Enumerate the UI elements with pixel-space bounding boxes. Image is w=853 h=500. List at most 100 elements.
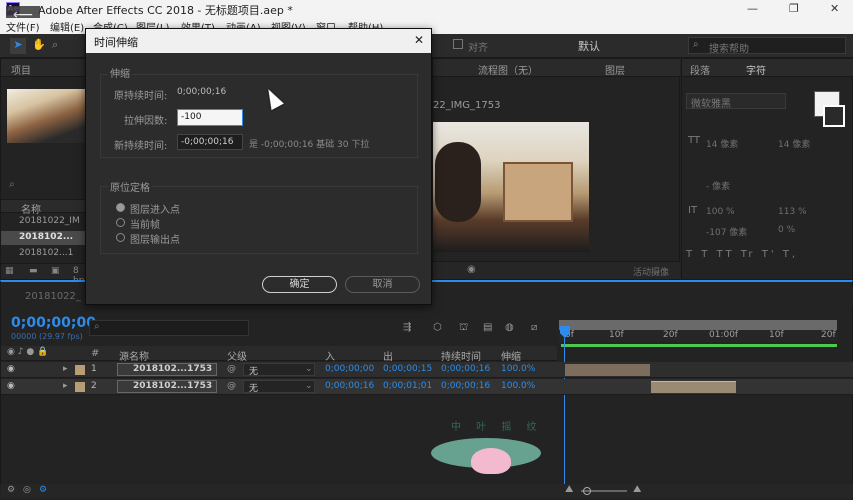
character-tab[interactable]: 字符 xyxy=(746,62,766,77)
comp-name-tab[interactable]: 22_IMG_1753 xyxy=(433,100,501,111)
col-duration[interactable]: 持续时间 xyxy=(441,348,481,363)
font-size-field[interactable]: 14 像素 xyxy=(706,137,738,150)
draft-3d-icon[interactable]: ⬡ xyxy=(433,322,442,333)
selection-tool-icon[interactable]: ➤ xyxy=(10,38,26,54)
layer-columns-header: ◉ ♪ ● 🔒 # 源名称 父级 入 出 持续时间 伸缩 xyxy=(1,346,557,363)
layer-name[interactable]: 2018102...1753 xyxy=(133,364,212,374)
toggle-modes-icon[interactable]: ⚙ xyxy=(39,485,47,495)
layer-duration[interactable]: 0;00;00;16 xyxy=(441,381,490,391)
font-size-icon: TT xyxy=(688,135,701,146)
expand-arrow-icon[interactable]: ▸ xyxy=(63,381,68,391)
project-search-icon[interactable]: ⌕ xyxy=(9,179,15,190)
layer-in-point[interactable]: 0;00;00;16 xyxy=(325,381,374,391)
motion-blur-icon[interactable]: ◍ xyxy=(505,322,514,333)
label-color-swatch[interactable] xyxy=(75,365,85,375)
zoom-tool-icon[interactable]: ⌕ xyxy=(52,38,58,52)
project-item-label: 2018102...1 xyxy=(19,248,74,258)
timeline-search-input[interactable]: ⌕ xyxy=(89,320,249,336)
project-column-name[interactable]: 名称 xyxy=(21,201,41,216)
minimize-button[interactable]: — xyxy=(747,2,758,15)
toggle-switches-icon[interactable]: ◎ xyxy=(23,485,31,495)
layer-in-point[interactable]: 0;00;00;00 xyxy=(325,364,374,374)
menu-edit[interactable]: 编辑(E) xyxy=(50,19,84,34)
col-stretch[interactable]: 伸缩 xyxy=(501,348,521,363)
chevron-down-icon: ⌄ xyxy=(305,381,313,391)
time-ruler[interactable]: 0f 10f 20f 01:00f 10f 20f xyxy=(559,330,837,342)
zoom-out-icon[interactable]: ⛰ xyxy=(565,484,573,495)
parent-dropdown[interactable]: 无 xyxy=(249,364,258,377)
eye-icon[interactable]: ◉ xyxy=(7,381,15,391)
col-parent[interactable]: 父级 xyxy=(227,348,247,363)
leading-field[interactable]: 14 像素 xyxy=(778,137,810,150)
col-in[interactable]: 入 xyxy=(325,348,335,363)
layer-bar[interactable] xyxy=(565,364,650,376)
new-duration-input[interactable]: -0;00;00;16 xyxy=(177,134,243,150)
text-style-buttons[interactable]: T T TT Tr T' T, xyxy=(686,249,798,260)
timeline-comp-tab[interactable]: 20181022_ xyxy=(25,291,81,302)
layer-out-point[interactable]: 0;00;01;01 xyxy=(383,381,432,391)
expand-arrow-icon[interactable]: ▸ xyxy=(63,364,68,374)
tsume-field[interactable]: 0 % xyxy=(778,225,795,235)
stretch-factor-input[interactable]: -100 xyxy=(177,109,243,126)
project-tab[interactable]: 项目 xyxy=(11,62,31,77)
label-color-swatch[interactable] xyxy=(75,382,85,392)
horizontal-scale-field[interactable]: 113 % xyxy=(778,207,807,217)
shy-layers-icon[interactable]: ⛫ xyxy=(459,322,468,335)
new-folder-icon[interactable]: ▬ xyxy=(29,266,38,276)
project-panel-header: 项目 xyxy=(1,59,87,77)
camera-icon[interactable]: ◉ xyxy=(467,264,476,275)
pickwhip-icon[interactable]: @ xyxy=(227,364,236,374)
layer-name[interactable]: 2018102...1753 xyxy=(133,381,212,391)
dialog-close-button[interactable]: ✕ xyxy=(414,33,424,47)
layer-out-point[interactable]: 0;00;00;15 xyxy=(383,364,432,374)
zoom-in-icon[interactable]: ⛰ xyxy=(633,484,641,495)
list-item[interactable]: 20181022_IM xyxy=(1,215,87,229)
help-search-input[interactable]: ⌕ 搜索帮助 xyxy=(688,37,846,55)
menu-file[interactable]: 文件(F) xyxy=(6,19,40,34)
comp-viewer-frame[interactable] xyxy=(433,122,589,252)
frame-blending-icon[interactable]: ▤ xyxy=(483,322,492,333)
fps-display: 00000 (29.97 fps) xyxy=(11,332,83,341)
new-comp-icon[interactable]: ▣ xyxy=(51,266,60,276)
interpret-footage-icon[interactable]: ▦ xyxy=(5,266,14,276)
cancel-button[interactable]: 取消 xyxy=(345,276,420,293)
comp-settings-icon[interactable]: ⚙ xyxy=(7,485,15,495)
flowchart-tab[interactable]: 流程图（无） xyxy=(478,62,538,77)
paragraph-tab[interactable]: 段落 xyxy=(690,62,710,77)
layer-stretch[interactable]: 100.0% xyxy=(501,381,535,391)
pickwhip-icon[interactable]: @ xyxy=(227,381,236,391)
snap-checkbox[interactable] xyxy=(453,39,463,49)
layer-duration[interactable]: 0;00;00;16 xyxy=(441,364,490,374)
layer-bar[interactable] xyxy=(651,381,736,393)
maximize-button[interactable]: ❐ xyxy=(789,2,799,15)
baseline-shift-field[interactable]: -107 像素 xyxy=(706,225,747,238)
close-button[interactable]: ✕ xyxy=(830,2,839,15)
work-area-bar[interactable] xyxy=(559,320,837,330)
render-range-bar xyxy=(561,344,837,347)
stroke-color-swatch[interactable] xyxy=(823,105,845,127)
stroke-width-field[interactable]: - 像素 xyxy=(706,179,730,192)
ok-button[interactable]: 确定 xyxy=(262,276,337,293)
parent-dropdown[interactable]: 无 xyxy=(249,381,258,394)
active-camera-dropdown[interactable]: 活动摄像 xyxy=(633,265,669,278)
layer-tab[interactable]: 图层 xyxy=(605,62,625,77)
window-title: Adobe After Effects CC 2018 - 无标题项目.aep … xyxy=(38,4,293,17)
list-item[interactable]: 2018102...1 xyxy=(1,247,87,261)
zoom-slider-handle[interactable] xyxy=(583,487,591,495)
col-out[interactable]: 出 xyxy=(383,348,393,363)
character-panel: 段落 字符 微软雅黑 TT 14 像素 14 像素 - 像素 IT 100 % … xyxy=(681,58,853,280)
graph-editor-icon[interactable]: ⧄ xyxy=(531,322,537,333)
font-family-dropdown[interactable]: 微软雅黑 xyxy=(691,95,731,110)
workspace-default[interactable]: 默认 xyxy=(578,38,600,54)
help-search-placeholder: 搜索帮助 xyxy=(709,44,749,55)
current-time-display[interactable]: 0;00;00;00 xyxy=(11,315,96,331)
eye-icon[interactable]: ◉ xyxy=(7,364,15,374)
table-row[interactable]: ◉ ▸ 2 2018102...1753 @ 无 ⌄ 0;00;00;16 0;… xyxy=(1,379,853,395)
hand-tool-icon[interactable]: ✋ xyxy=(32,38,46,51)
layer-stretch[interactable]: 100.0% xyxy=(501,364,535,374)
comp-mini-flowchart-icon[interactable]: ⇶ xyxy=(403,322,411,333)
col-source-name[interactable]: 源名称 xyxy=(119,348,149,363)
table-row[interactable]: ◉ ▸ 1 2018102...1753 @ 无 ⌄ 0;00;00;00 0;… xyxy=(1,362,853,378)
vertical-scale-field[interactable]: 100 % xyxy=(706,207,735,217)
list-item[interactable]: 2018102... xyxy=(1,231,87,245)
